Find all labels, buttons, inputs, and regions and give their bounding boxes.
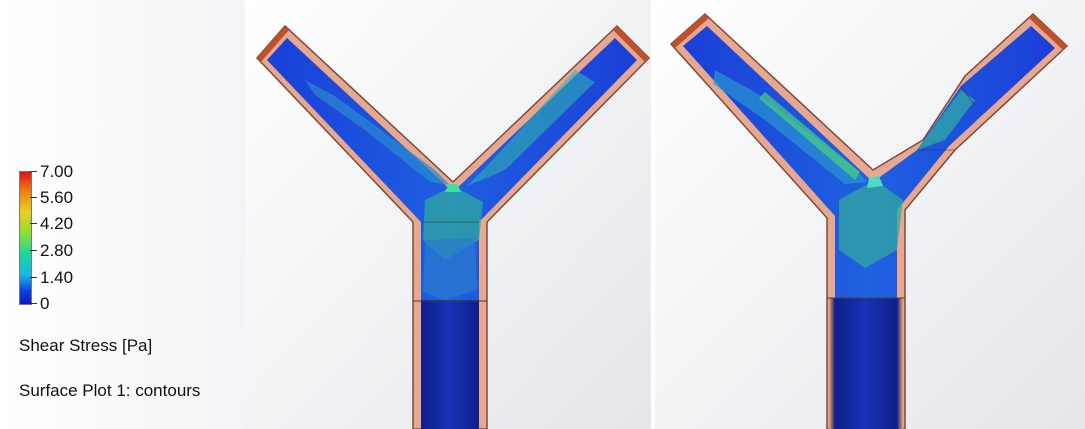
tick-label-5-6: 5.60 <box>40 188 74 207</box>
right-stenosed-bifurcation-model <box>655 0 1085 429</box>
right-bifurcation-view[interactable] <box>655 0 1085 429</box>
tick-label-0: 0 <box>40 294 50 313</box>
left-bifurcation-model <box>245 0 651 429</box>
shear-patch-stem <box>423 238 477 300</box>
tick-mark <box>30 303 37 304</box>
tick-mark <box>30 197 37 198</box>
tick-mark <box>30 250 37 251</box>
color-scale-bar <box>19 171 32 305</box>
stem-lumen <box>829 298 903 429</box>
left-bifurcation-view[interactable] <box>245 0 651 429</box>
tick-mark <box>30 171 37 172</box>
tick-mark <box>30 223 37 224</box>
legend-panel: 7.00 5.60 4.20 2.80 1.40 0 Shear Stress … <box>0 0 245 429</box>
plot-name: Surface Plot 1: contours <box>19 381 201 400</box>
legend-title: Shear Stress [Pa] <box>19 336 153 355</box>
tick-label-1-4: 1.40 <box>40 268 74 287</box>
stem-lumen <box>421 300 479 429</box>
tick-label-4-2: 4.20 <box>40 214 74 233</box>
tick-label-7: 7.00 <box>40 162 74 181</box>
tick-mark <box>30 277 37 278</box>
tick-label-2-8: 2.80 <box>40 241 74 260</box>
